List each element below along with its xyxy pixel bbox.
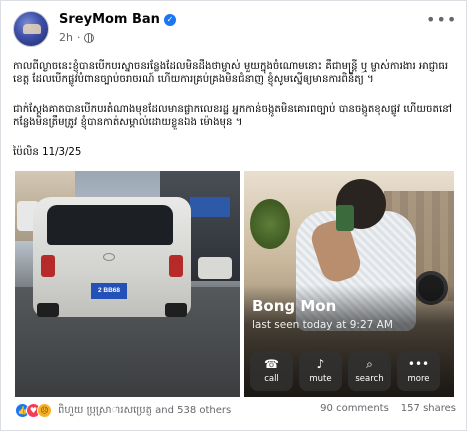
sad-icon: ☹	[37, 403, 52, 418]
shop-sign	[190, 197, 230, 217]
post-body: កាលពីល្ងាចនេះខ្ញុំបានបើកបរស្នាចនរន្លែងដែ…	[13, 47, 456, 187]
post-paragraph-1: កាលពីល្ងាចនេះខ្ញុំបានបើកបរស្នាចនរន្លែងដែ…	[13, 61, 449, 85]
white-van: 2 BB68	[33, 197, 191, 317]
facebook-post: SreyMom Ban ✓ 2h · ••• កាលពីល្ងាចនេះខ្ញុ…	[0, 0, 467, 431]
search-button: ⌕ search	[348, 351, 391, 391]
mute-button: ♪ mute	[299, 351, 342, 391]
tail-light-right	[169, 255, 183, 277]
shares-count[interactable]: 157 shares	[401, 403, 456, 414]
dot-separator: ·	[76, 31, 81, 44]
tail-light-left	[41, 255, 55, 277]
action-label: call	[264, 374, 279, 384]
contact-actions: ☎ call ♪ mute ⌕ search ••• more	[250, 351, 440, 391]
author-row: SreyMom Ban ✓	[59, 12, 176, 27]
reactions-text[interactable]: ពិហួយ ប្រុស្រាារសប្រេត្ញ and 538 others	[58, 403, 231, 418]
post-options-button[interactable]: •••	[426, 12, 456, 31]
contact-name: Bong Mon	[252, 297, 337, 315]
call-button: ☎ call	[250, 351, 293, 391]
action-label: mute	[309, 374, 332, 384]
search-icon: ⌕	[366, 357, 373, 371]
license-plate: 2 BB68	[91, 283, 127, 299]
phone-icon: ☎	[264, 357, 279, 371]
action-label: more	[407, 374, 430, 384]
post-meta: 2h ·	[59, 31, 95, 44]
phone-in-hand	[336, 205, 354, 231]
photo-contact[interactable]: Bong Mon last seen today at 9:27 AM ☎ ca…	[244, 171, 454, 397]
post-paragraph-3: ប៉ៃលិន 11/3/25	[13, 147, 82, 158]
van-rear-window	[47, 205, 173, 245]
van-logo	[103, 253, 115, 261]
post-photos: 2 BB68 Bong Mon last seen today at 9:27 …	[15, 171, 454, 397]
post-header: SreyMom Ban ✓ 2h · •••	[13, 11, 456, 51]
reactions-summary[interactable]: 👍 ♥ ☹ ពិហួយ ប្រុស្រាារសប្រេត្ញ and 538 o…	[15, 403, 231, 418]
avatar-image	[23, 24, 41, 34]
engagement-counts: 90 comments 157 shares	[320, 403, 456, 414]
bell-icon: ♪	[316, 357, 325, 371]
more-button: ••• more	[397, 351, 440, 391]
post-paragraph-2: ជាក់ស្តែងគាតបានបើកបរតំណាងមុខដែលមានផ្លាកល…	[13, 104, 452, 128]
car-right	[198, 257, 232, 279]
comments-count[interactable]: 90 comments	[320, 403, 389, 414]
reaction-icons: 👍 ♥ ☹	[15, 403, 52, 418]
verified-badge-icon: ✓	[163, 13, 176, 26]
author-name[interactable]: SreyMom Ban	[59, 12, 160, 27]
wheel-right	[165, 303, 187, 317]
plant	[250, 199, 290, 249]
author-avatar[interactable]	[13, 11, 49, 47]
action-label: search	[355, 374, 384, 384]
more-icon: •••	[407, 357, 430, 371]
wheel-left	[37, 303, 59, 317]
post-timestamp[interactable]: 2h	[59, 31, 73, 44]
photo-van[interactable]: 2 BB68	[15, 171, 240, 397]
globe-icon	[84, 32, 95, 43]
last-seen-status: last seen today at 9:27 AM	[252, 319, 393, 331]
